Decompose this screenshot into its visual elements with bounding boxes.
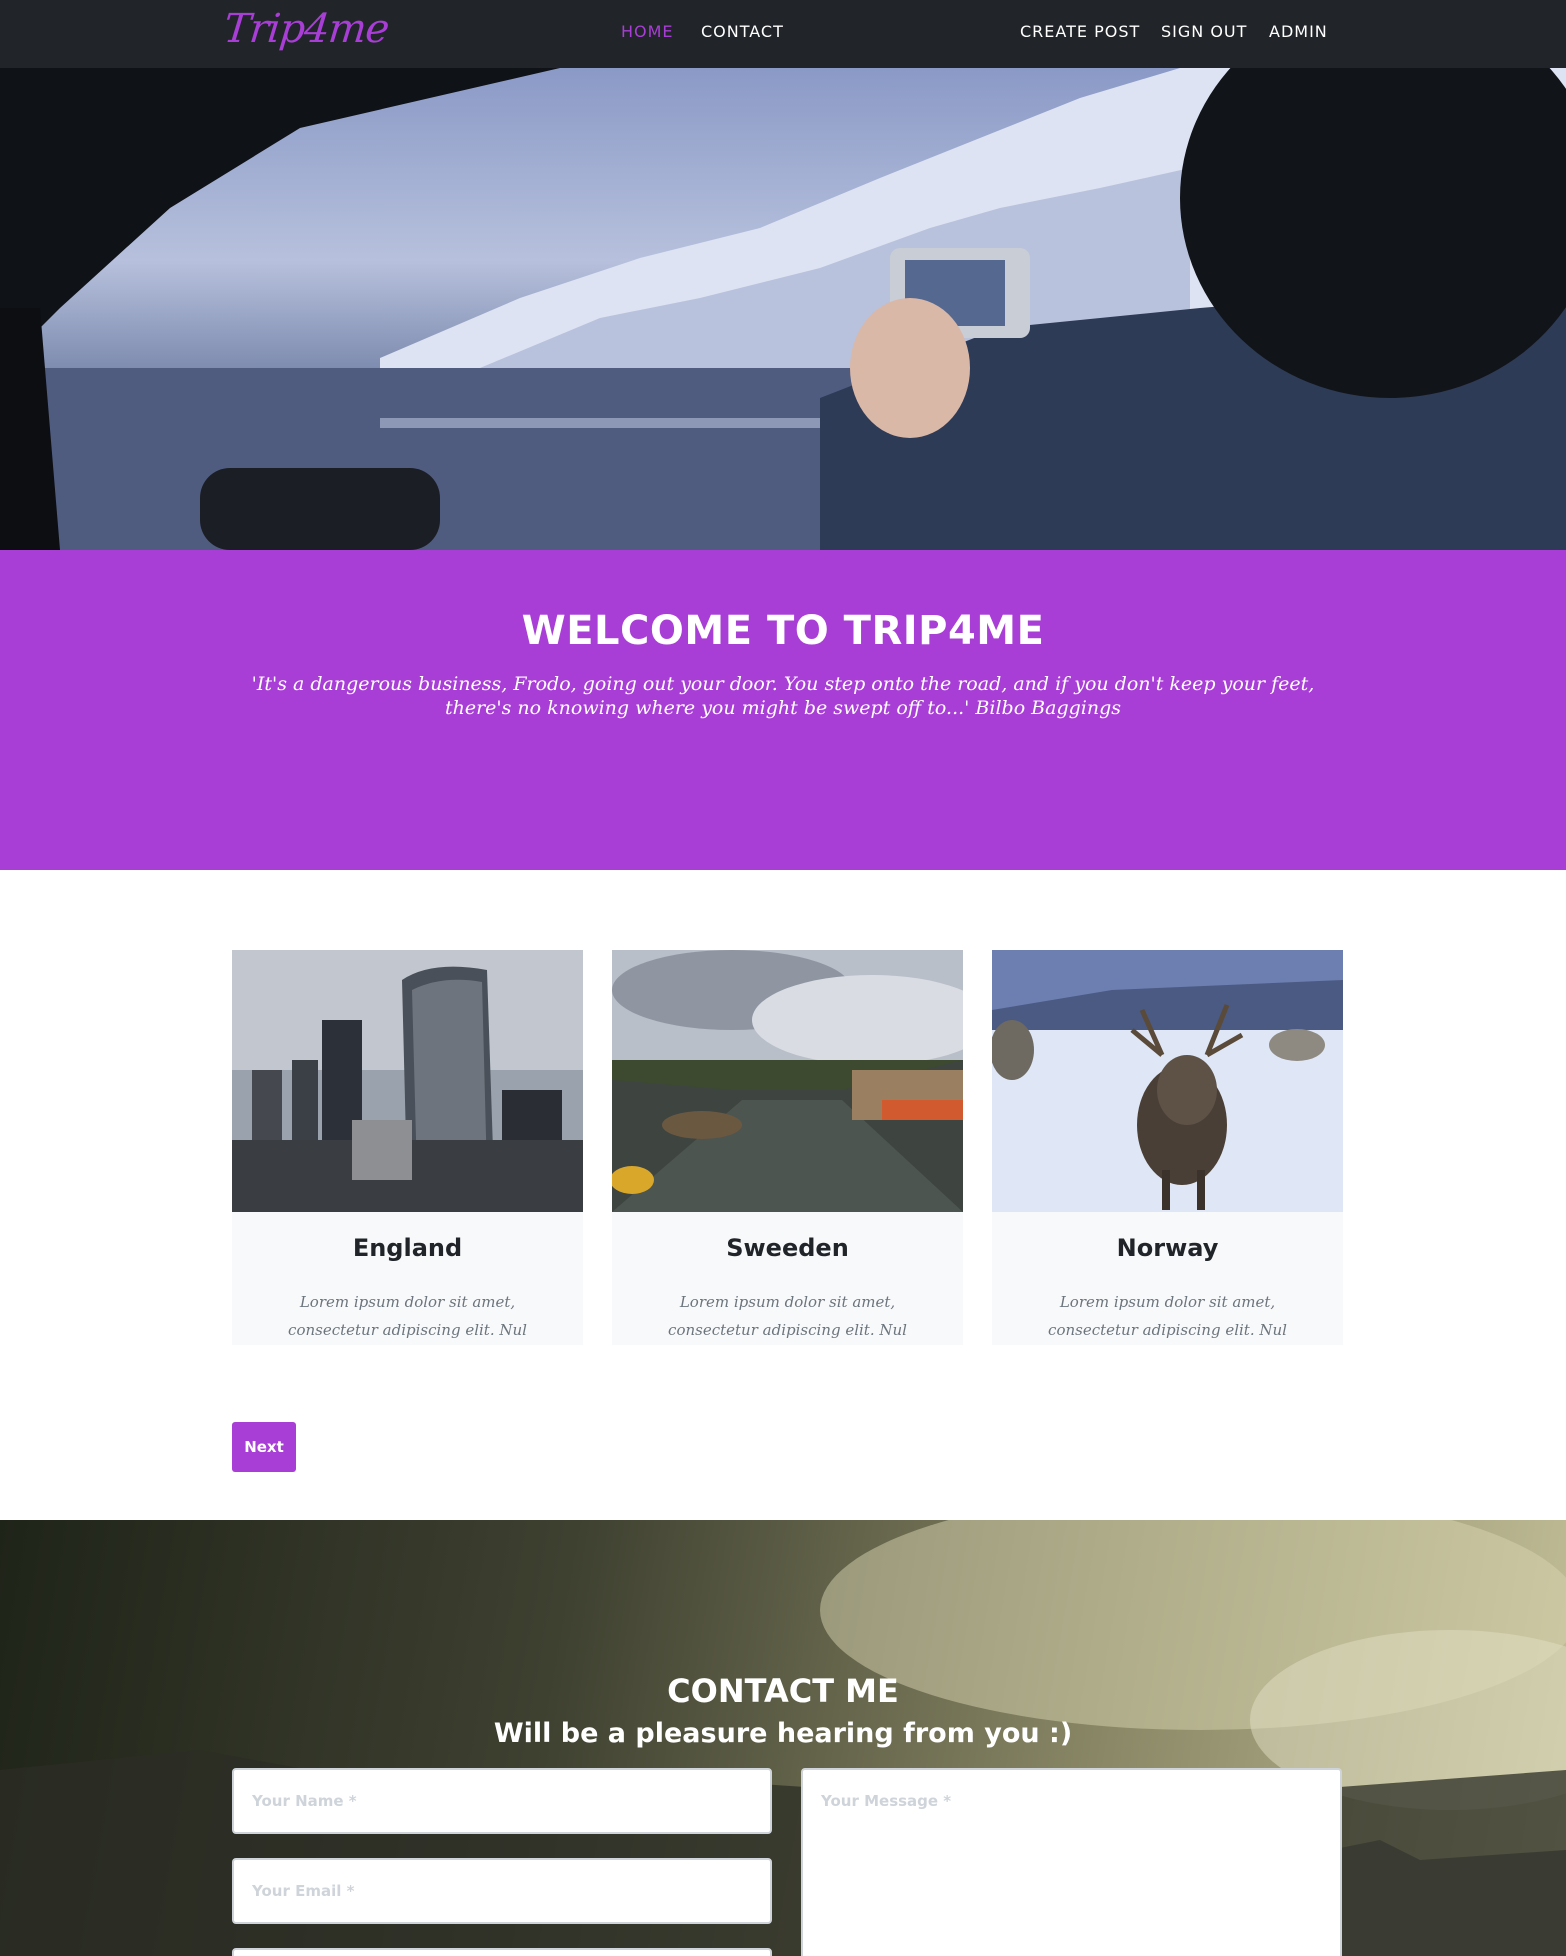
post-title[interactable]: England (232, 1234, 583, 1262)
welcome-quote: 'It's a dangerous business, Frodo, going… (251, 673, 1315, 719)
phone-field[interactable] (232, 1948, 772, 1956)
post-title[interactable]: Norway (992, 1234, 1343, 1262)
post-excerpt: Lorem ipsum dolor sit amet, consectetur … (288, 1293, 527, 1339)
nav-link-create-post[interactable]: Create Post (1020, 22, 1140, 41)
message-field[interactable] (801, 1768, 1342, 1956)
contact-subtitle: Will be a pleasure hearing from you :) (493, 1718, 1073, 1749)
email-field[interactable] (232, 1858, 772, 1924)
post-image-norway[interactable] (992, 950, 1343, 1212)
welcome-section: WELCOME TO TRIP4ME 'It's a dangerous bus… (0, 550, 1566, 870)
post-card-england[interactable]: England Lorem ipsum dolor sit amet, cons… (232, 950, 583, 1345)
post-image-sweeden[interactable] (612, 950, 963, 1212)
nav-link-home[interactable]: Home (621, 22, 674, 41)
welcome-title: WELCOME TO TRIP4ME (521, 608, 1045, 654)
nav-link-contact[interactable]: Contact (701, 22, 784, 41)
post-card-sweeden[interactable]: Sweeden Lorem ipsum dolor sit amet, cons… (612, 950, 963, 1345)
next-page-button[interactable]: Next (232, 1422, 296, 1472)
name-field[interactable] (232, 1768, 772, 1834)
post-excerpt: Lorem ipsum dolor sit amet, consectetur … (1048, 1293, 1287, 1339)
post-image-england[interactable] (232, 950, 583, 1212)
navbar: Trip4me Home Contact Create Post Sign Ou… (0, 0, 1566, 68)
post-excerpt: Lorem ipsum dolor sit amet, consectetur … (668, 1293, 907, 1339)
post-title[interactable]: Sweeden (612, 1234, 963, 1262)
nav-link-admin[interactable]: Admin (1269, 22, 1328, 41)
nav-link-sign-out[interactable]: Sign Out (1161, 22, 1247, 41)
contact-section: CONTACT ME Will be a pleasure hearing fr… (0, 1520, 1566, 1956)
post-card-norway[interactable]: Norway Lorem ipsum dolor sit amet, conse… (992, 950, 1343, 1345)
hero-image (0, 68, 1566, 550)
brand-logo[interactable]: Trip4me (222, 6, 391, 52)
contact-title: CONTACT ME (667, 1672, 899, 1710)
